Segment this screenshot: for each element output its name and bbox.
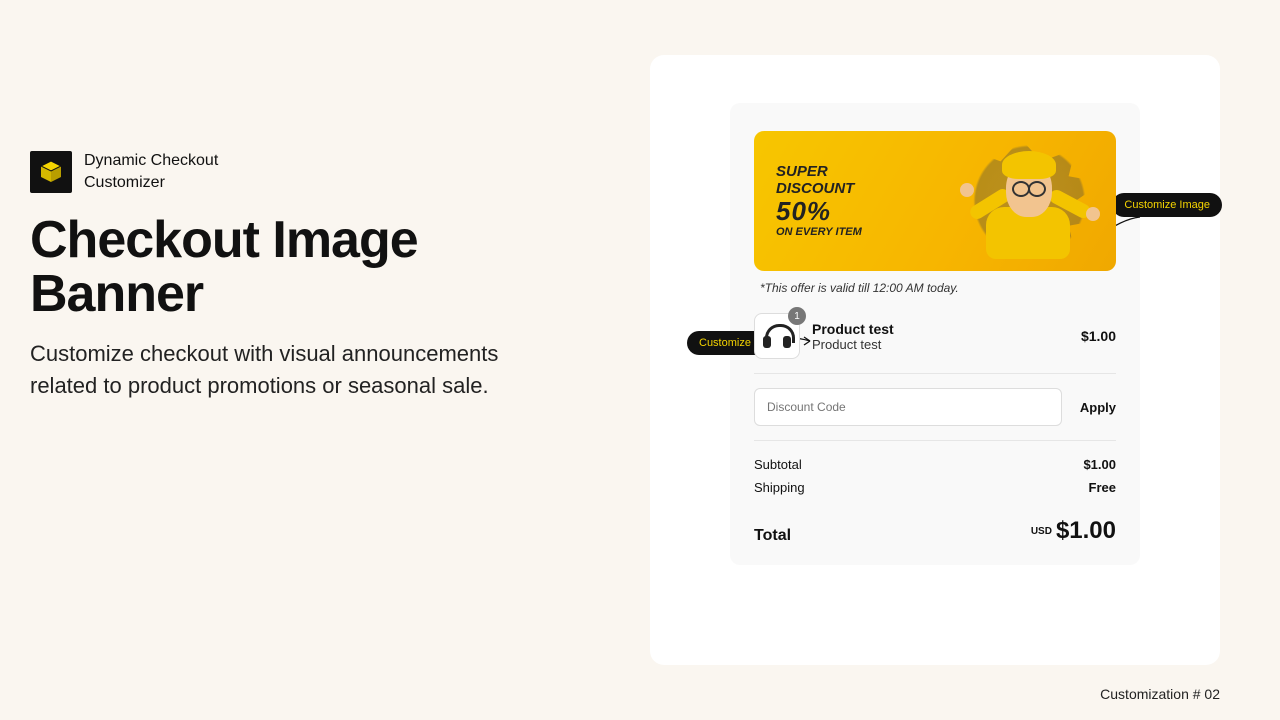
promo-banner-image[interactable]: SUPER DISCOUNT 50% ON EVERY ITEM (754, 131, 1116, 271)
currency-code: USD (1031, 526, 1052, 537)
product-thumbnail: 1 (754, 313, 800, 359)
discount-code-input[interactable] (754, 388, 1062, 426)
apply-button[interactable]: Apply (1080, 400, 1116, 415)
product-name: Product test (812, 321, 1069, 337)
banner-line2: DISCOUNT (776, 181, 862, 198)
brand-block: Dynamic Checkout Customizer (30, 150, 570, 195)
customization-number: Customization # 02 (1100, 686, 1220, 702)
page-title: Checkout Image Banner (30, 213, 570, 322)
page-subtitle: Customize checkout with visual announcem… (30, 338, 570, 402)
shipping-label: Shipping (754, 480, 805, 495)
product-variant: Product test (812, 337, 1069, 352)
banner-line4: ON EVERY ITEM (776, 226, 862, 238)
person-graphic (966, 149, 1086, 259)
subtotal-value: $1.00 (1083, 457, 1116, 472)
annotation-customize-image: Customize Image (1112, 193, 1222, 217)
banner-caption: *This offer is valid till 12:00 AM today… (760, 281, 1116, 295)
total-value: $1.00 (1056, 517, 1116, 544)
banner-line1: SUPER (776, 164, 862, 181)
headphones-icon (763, 324, 791, 348)
product-price: $1.00 (1081, 328, 1116, 344)
checkout-preview-panel: Customize Image Customize Text SUPER DIS… (650, 55, 1220, 665)
shipping-value: Free (1089, 480, 1116, 495)
banner-percent: 50% (776, 197, 862, 226)
total-label: Total (754, 527, 791, 545)
quantity-badge: 1 (788, 307, 806, 325)
cube-icon (38, 159, 64, 185)
brand-line1: Dynamic Checkout (84, 150, 218, 172)
checkout-summary-card: SUPER DISCOUNT 50% ON EVERY ITEM *This o… (730, 103, 1140, 565)
subtotal-label: Subtotal (754, 457, 802, 472)
app-logo (30, 151, 72, 193)
brand-line2: Customizer (84, 172, 218, 194)
